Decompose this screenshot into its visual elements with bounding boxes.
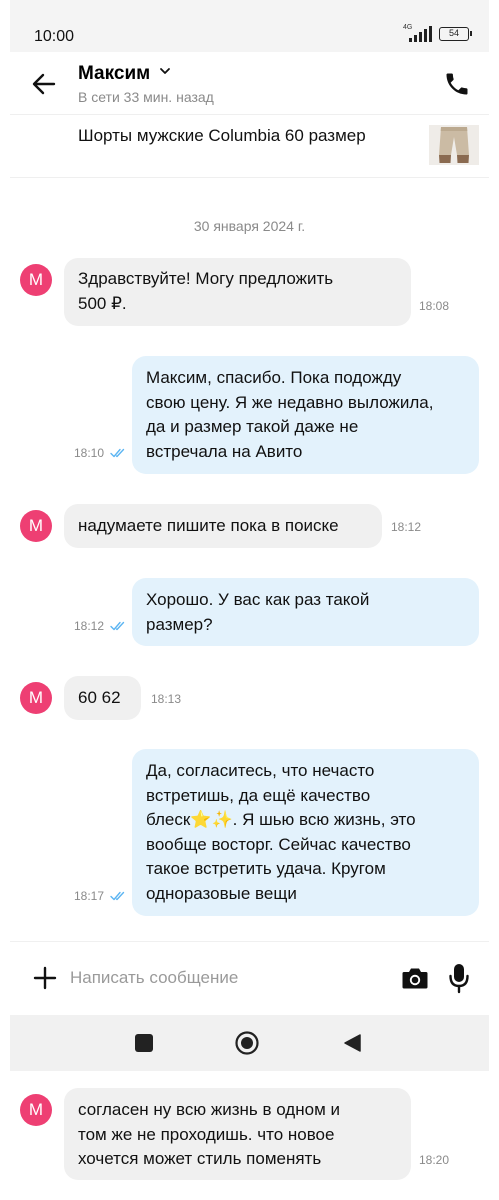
- message-text-line: хочется может стиль поменять: [78, 1149, 322, 1168]
- message-text-line: согласен ну всю жизнь в одном и: [78, 1100, 340, 1119]
- message-text-line: вообще восторг. Сейчас качество: [146, 834, 411, 854]
- message-text-line: Да, согласитесь, что нечасто: [146, 761, 375, 780]
- avatar[interactable]: М: [20, 682, 52, 714]
- system-navigation-bar: [10, 1015, 489, 1071]
- message-time: 18:10: [74, 446, 105, 460]
- signal-icon: 4G: [403, 24, 433, 42]
- message-text-line: блеск⭐✨. Я шью всю жизнь, это: [146, 810, 416, 829]
- message-input[interactable]: [70, 962, 380, 994]
- double-check-icon: [110, 448, 125, 458]
- avatar[interactable]: М: [20, 264, 52, 296]
- message-time: 18:17: [74, 889, 105, 903]
- message-bubble-incoming[interactable]: 60 62: [64, 676, 141, 720]
- message-text-line: том же не проходишь. что новое: [78, 1124, 335, 1144]
- message-text-line: встречала на Авито: [146, 441, 303, 461]
- message-composer: [10, 941, 489, 1015]
- phone-icon[interactable]: [443, 70, 471, 98]
- message-text-line: Максим, спасибо. Пока подожду: [146, 368, 402, 387]
- chevron-down-icon[interactable]: [158, 64, 172, 78]
- screenshot-separator: [10, 1071, 489, 1086]
- avatar[interactable]: М: [20, 1094, 52, 1126]
- avatar[interactable]: М: [20, 510, 52, 542]
- message-text-line: 60 62: [78, 688, 121, 707]
- message-bubble-incoming[interactable]: согласен ну всю жизнь в одном и том же н…: [64, 1088, 411, 1180]
- battery-level: 54: [448, 28, 459, 38]
- message-text-line: встретишь, да ещё качество: [146, 785, 371, 805]
- chat-screen: 10:00 4G 54 Максим В сети 33 мин. назад: [10, 0, 489, 1200]
- listing-title: Шорты мужские Columbia 60 размер: [78, 126, 366, 145]
- status-indicators: 4G 54: [403, 24, 472, 42]
- message-time: 18:12: [391, 520, 422, 534]
- message-bubble-incoming[interactable]: Здравствуйте! Могу предложить 500 ₽.: [64, 258, 411, 326]
- message-bubble-outgoing[interactable]: Максим, спасибо. Пока подожду свою цену.…: [132, 356, 479, 474]
- message-bubble-incoming[interactable]: надумаете пишите пока в поиске: [64, 504, 382, 548]
- chat-header: Максим В сети 33 мин. назад: [10, 52, 489, 114]
- double-check-icon: [110, 891, 125, 901]
- message-time: 18:13: [151, 692, 182, 706]
- nav-home-icon[interactable]: [234, 1030, 260, 1056]
- message-text-line: такое встретить удача. Кругом: [146, 859, 386, 878]
- message-text-line: надумаете пишите пока в поиске: [78, 516, 339, 535]
- battery-icon: 54: [439, 27, 472, 41]
- message-bubble-outgoing[interactable]: Да, согласитесь, что нечасто встретишь, …: [132, 749, 479, 916]
- message-bubble-outgoing[interactable]: Хорошо. У вас как раз такой размер?: [132, 578, 479, 646]
- listing-card[interactable]: Шорты мужские Columbia 60 размер: [10, 114, 489, 178]
- message-text-line: одноразовые вещи: [146, 883, 297, 903]
- message-text-line: свою цену. Я же недавно выложила,: [146, 392, 434, 412]
- plus-icon[interactable]: [32, 965, 58, 991]
- listing-thumbnail: [429, 125, 479, 165]
- status-bar: 10:00 4G 54: [10, 0, 489, 52]
- message-time: 18:12: [74, 619, 105, 633]
- microphone-icon[interactable]: [447, 962, 471, 994]
- message-text-line: размер?: [146, 614, 213, 634]
- double-check-icon: [110, 621, 125, 631]
- nav-recents-icon[interactable]: [135, 1034, 153, 1052]
- message-time: 18:08: [419, 299, 450, 313]
- contact-status: В сети 33 мин. назад: [78, 89, 214, 105]
- message-text-line: 500 ₽.: [78, 293, 127, 313]
- date-separator: 30 января 2024 г.: [193, 218, 306, 234]
- status-time: 10:00: [34, 28, 75, 45]
- contact-name[interactable]: Максим: [78, 63, 150, 85]
- message-text-line: Здравствуйте! Могу предложить: [78, 269, 334, 288]
- message-time: 18:20: [419, 1153, 450, 1167]
- message-text-line: Хорошо. У вас как раз такой: [146, 590, 370, 609]
- nav-back-icon[interactable]: [342, 1033, 362, 1053]
- camera-icon[interactable]: [401, 965, 429, 991]
- message-text-line: да и размер такой даже не: [146, 417, 359, 436]
- network-type: 4G: [403, 24, 413, 31]
- back-arrow-icon[interactable]: [30, 70, 58, 98]
